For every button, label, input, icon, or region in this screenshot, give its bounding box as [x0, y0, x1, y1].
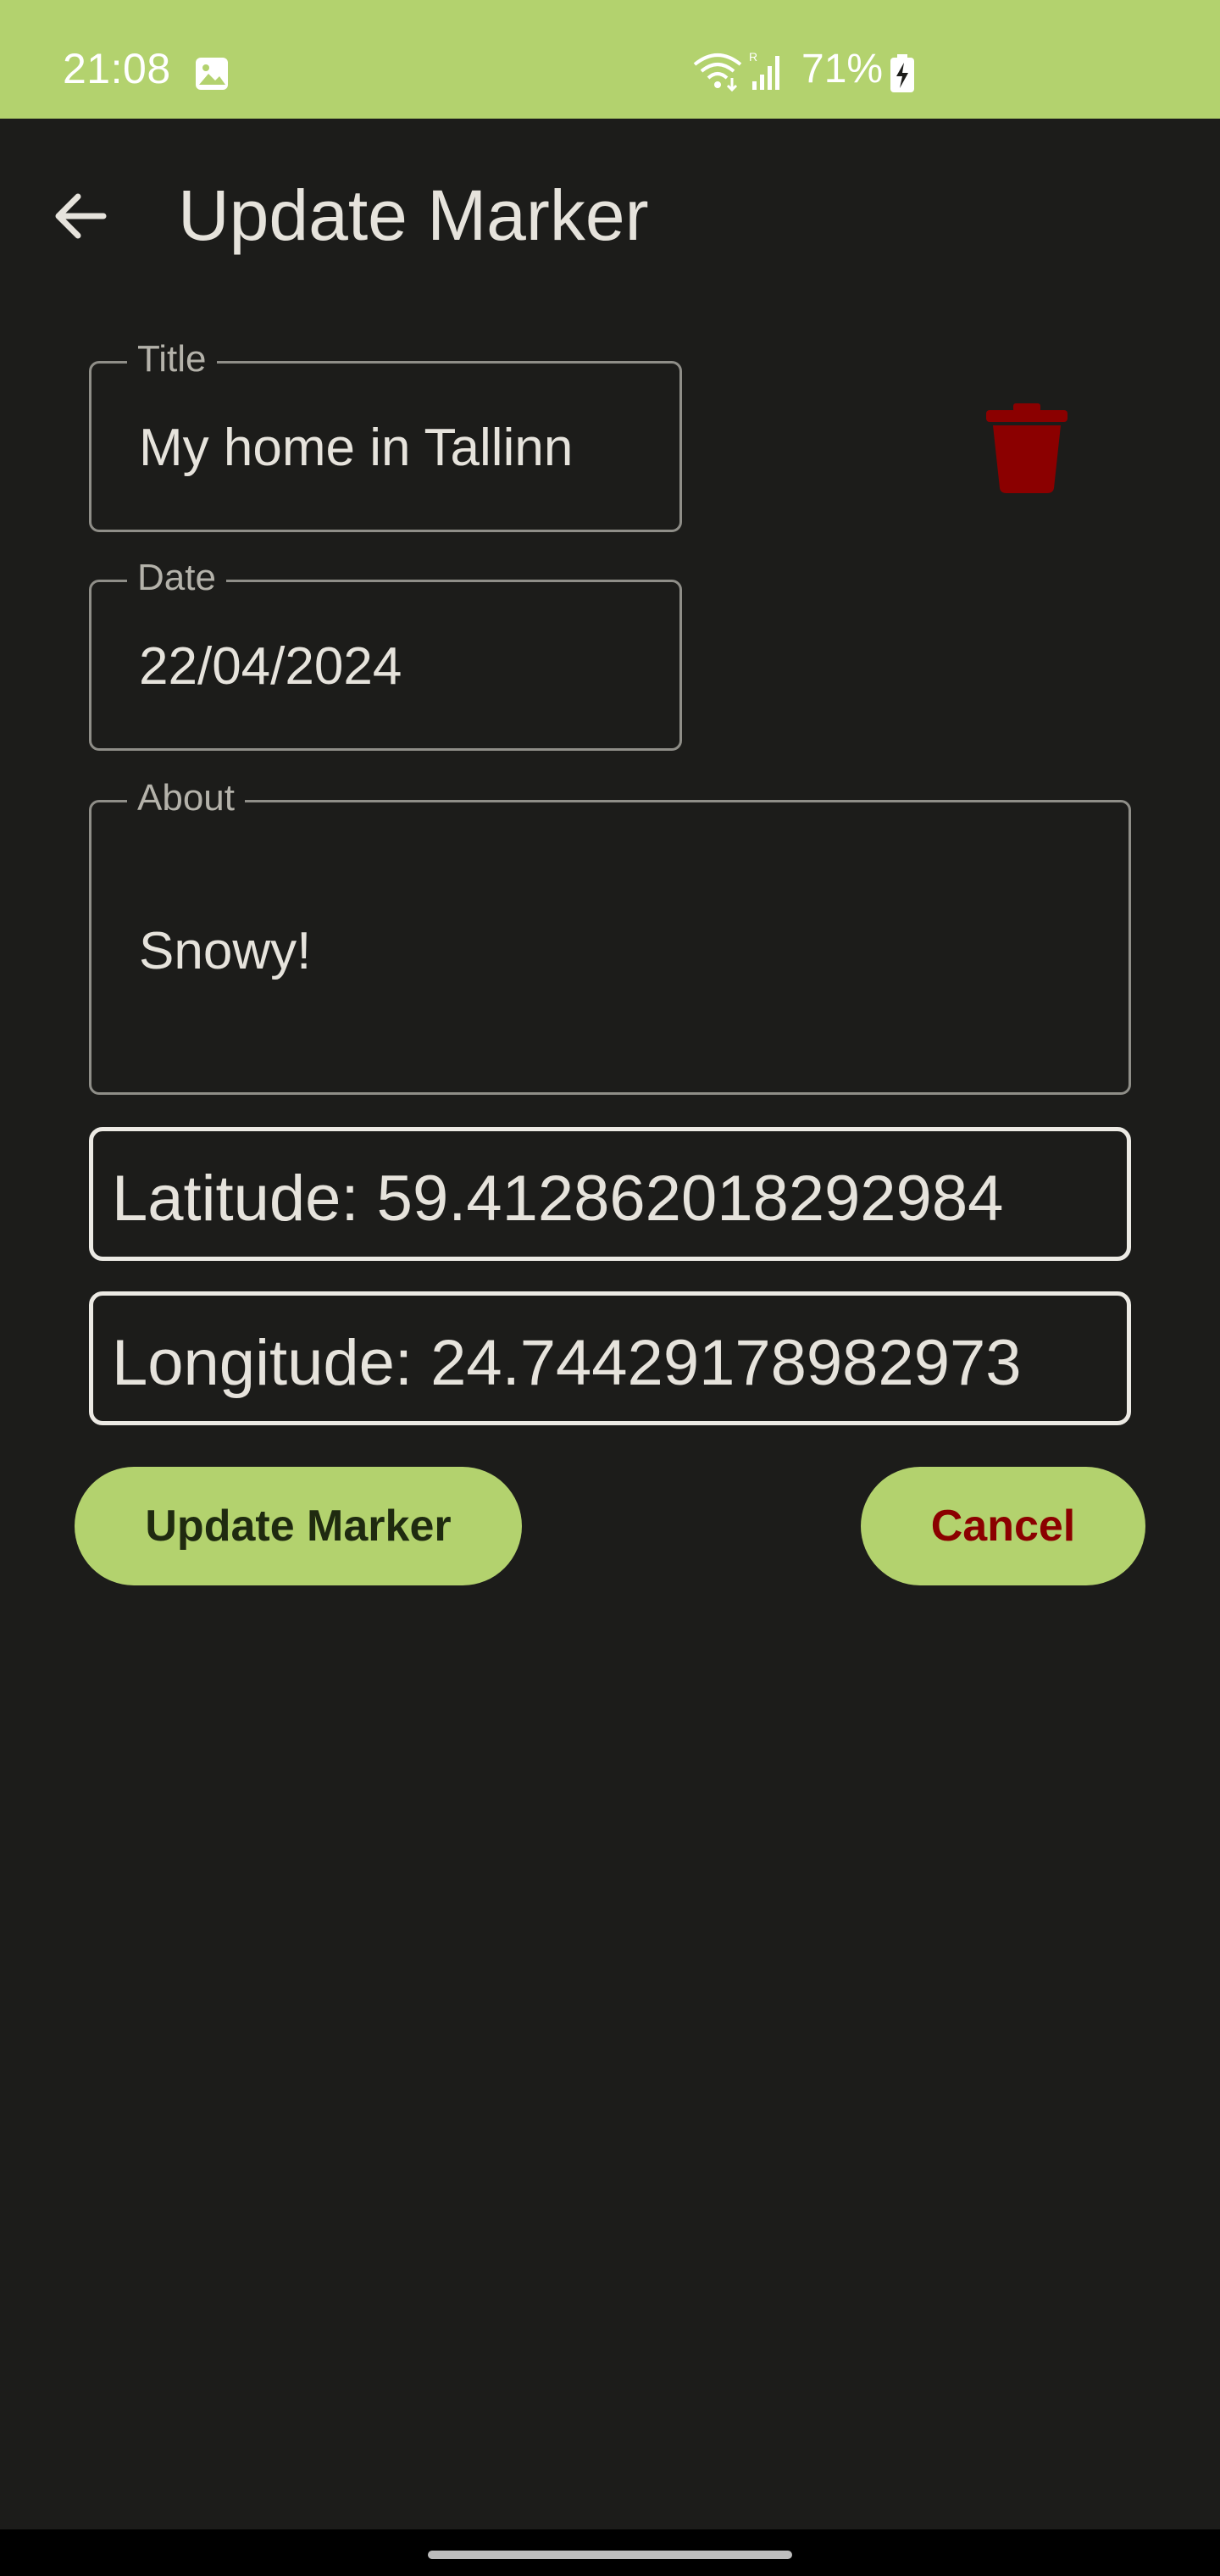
title-field[interactable]: Title My home in Tallinn [89, 338, 682, 532]
latitude-text: Latitude: 59.412862018292984 [112, 1163, 1004, 1235]
cancel-button[interactable]: Cancel [861, 1467, 1145, 1585]
home-gesture-handle[interactable] [428, 2551, 792, 2559]
latitude-box: Latitude: 59.412862018292984 [89, 1127, 1131, 1261]
app-bar: Update Marker [0, 119, 1220, 305]
page-title: Update Marker [178, 175, 649, 255]
signal-roaming-icon: R [749, 50, 779, 90]
battery-percent: 71% [801, 47, 884, 92]
about-field-label: About [127, 777, 245, 819]
date-field-value: 22/04/2024 [139, 637, 402, 696]
wifi-icon [693, 53, 742, 92]
date-field[interactable]: Date 22/04/2024 [89, 557, 682, 751]
trash-icon[interactable] [983, 400, 1071, 495]
update-marker-button[interactable]: Update Marker [75, 1467, 522, 1585]
about-field-value: Snowy! [139, 922, 312, 980]
longitude-box: Longitude: 24.74429178982973 [89, 1291, 1131, 1425]
image-icon [196, 58, 228, 90]
date-field-label: Date [127, 557, 226, 599]
battery-charging-icon [890, 54, 914, 92]
about-field[interactable]: About Snowy! [89, 777, 1131, 1095]
svg-text:R: R [749, 50, 757, 64]
arrow-back-icon[interactable] [44, 178, 120, 254]
navigation-bar [0, 2529, 1220, 2576]
longitude-text: Longitude: 24.74429178982973 [112, 1327, 1022, 1399]
status-bar: 21:08 R 71% [0, 0, 1220, 119]
title-field-value: My home in Tallinn [139, 419, 574, 477]
status-time: 21:08 [63, 45, 171, 92]
title-field-label: Title [127, 338, 217, 380]
